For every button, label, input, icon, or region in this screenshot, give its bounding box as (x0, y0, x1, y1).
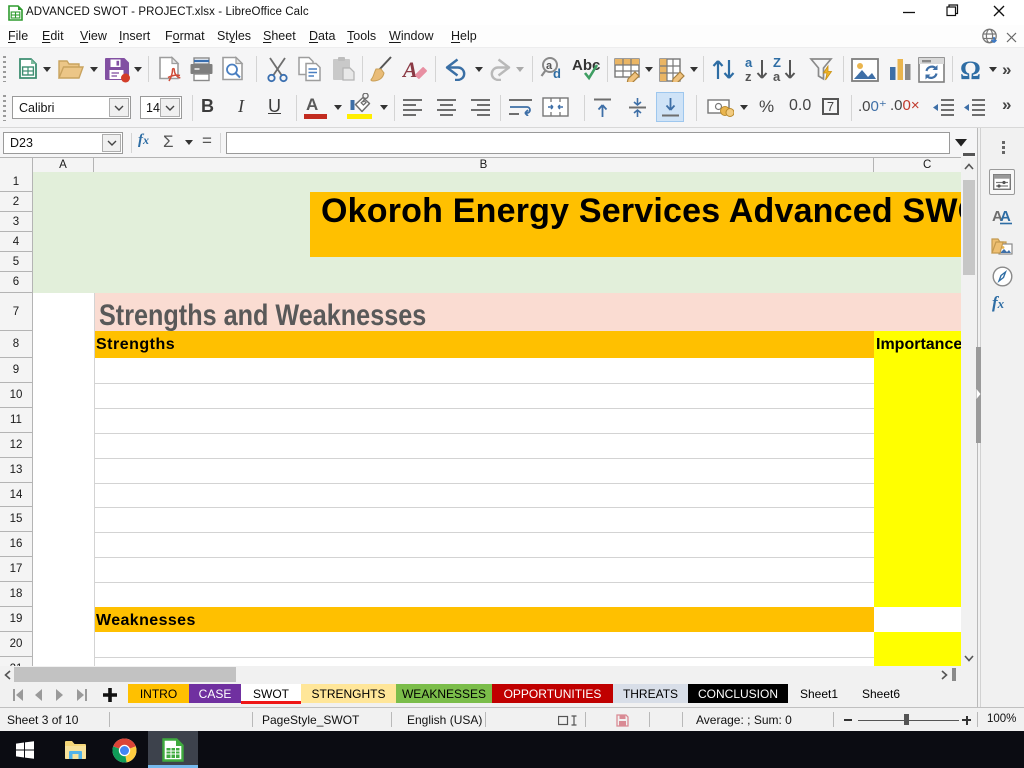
svg-text:Ω: Ω (960, 57, 981, 83)
svg-text:d: d (553, 66, 561, 81)
svg-text:a: a (546, 60, 553, 72)
svg-text:z: z (745, 69, 752, 83)
svg-text:a: a (773, 69, 781, 83)
svg-text:a: a (745, 56, 753, 70)
svg-text:A: A (1000, 208, 1011, 225)
svg-text:A: A (402, 57, 418, 82)
svg-text:Z: Z (773, 56, 781, 70)
